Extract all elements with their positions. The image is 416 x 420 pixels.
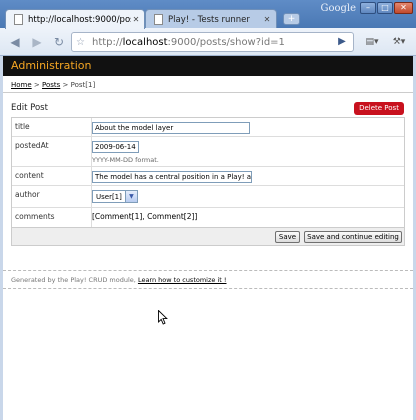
date-format-hint: YYYY-MM-DD format.	[92, 156, 159, 164]
tab-posts-show[interactable]: http://localhost:9000/posts... ✕	[5, 9, 145, 29]
field-label: author	[12, 186, 92, 207]
page-footer: Generated by the Play! CRUD module, Lear…	[3, 270, 413, 289]
breadcrumb-home[interactable]: Home	[11, 81, 32, 89]
breadcrumb-posts[interactable]: Posts	[42, 81, 60, 89]
field-content-row: content The model has a central position…	[12, 167, 404, 186]
title-input[interactable]: About the model layer	[92, 122, 250, 134]
close-tab-icon[interactable]: ✕	[131, 15, 141, 24]
close-tab-icon[interactable]: ✕	[261, 15, 273, 24]
browser-brand: Google	[320, 3, 356, 14]
page-icon	[154, 14, 163, 25]
delete-post-button[interactable]: Delete Post	[354, 102, 404, 115]
form-actions: Save Save and continue editing	[12, 227, 404, 245]
forward-icon[interactable]: ▶	[29, 34, 45, 50]
save-and-continue-button[interactable]: Save and continue editing	[304, 231, 402, 243]
chevron-down-icon: ▼	[124, 191, 137, 202]
tab-title: http://localhost:9000/posts...	[28, 14, 131, 25]
page-menu-icon[interactable]: ▤▾	[361, 34, 383, 50]
field-comments-row: comments [Comment[1], Comment[2]]	[12, 208, 404, 227]
content-input[interactable]: The model has a central position in a Pl…	[92, 171, 252, 183]
maximize-icon[interactable]: □	[377, 2, 393, 14]
browser-toolbar: ◀ ▶ ↻ ☆ http://localhost:9000/posts/show…	[0, 28, 416, 56]
address-bar[interactable]: ☆ http://localhost:9000/posts/show?id=1	[71, 32, 354, 52]
tab-title: Play! - Tests runner	[168, 14, 250, 25]
mouse-cursor-icon	[158, 310, 168, 325]
field-author-row: author User[1] ▼	[12, 186, 404, 208]
page-header: Administration	[3, 56, 413, 76]
customize-link[interactable]: Learn how to customize it !	[138, 276, 227, 284]
comments-value: [Comment[1], Comment[2]]	[92, 212, 198, 221]
edit-form: title About the model layer postedAt 200…	[11, 117, 405, 246]
field-label: postedAt	[12, 137, 92, 166]
field-title-row: title About the model layer	[12, 118, 404, 137]
footer-text: Generated by the Play! CRUD module,	[11, 276, 136, 284]
bookmark-star-icon[interactable]: ☆	[76, 37, 90, 48]
address-url: http://localhost:9000/posts/show?id=1	[92, 36, 285, 48]
page-content: Administration Home > Posts > Post[1] Ed…	[0, 56, 416, 420]
field-label: title	[12, 118, 92, 136]
wrench-menu-icon[interactable]: ⚒▾	[388, 34, 410, 50]
page-title: Edit Post	[11, 103, 48, 113]
postedat-input[interactable]: 2009-06-14	[92, 141, 139, 153]
minimize-icon[interactable]: –	[360, 2, 376, 14]
tab-tests-runner[interactable]: Play! - Tests runner ✕	[145, 9, 277, 29]
save-button[interactable]: Save	[275, 231, 300, 243]
page-icon	[14, 14, 23, 25]
breadcrumb: Home > Posts > Post[1]	[3, 76, 413, 93]
reload-icon[interactable]: ↻	[51, 34, 67, 50]
window-titlebar: Google – □ ✕ http://localhost:9000/posts…	[0, 0, 416, 29]
back-icon[interactable]: ◀	[7, 34, 23, 50]
new-tab-icon[interactable]: +	[283, 13, 300, 25]
field-postedat-row: postedAt 2009-06-14 YYYY-MM-DD format.	[12, 137, 404, 167]
breadcrumb-current: Post[1]	[70, 81, 96, 89]
field-label: content	[12, 167, 92, 185]
close-window-icon[interactable]: ✕	[394, 2, 413, 14]
author-select[interactable]: User[1] ▼	[92, 190, 138, 203]
author-selected: User[1]	[96, 192, 122, 201]
go-icon[interactable]: ▶	[334, 34, 350, 50]
field-label: comments	[12, 208, 92, 227]
